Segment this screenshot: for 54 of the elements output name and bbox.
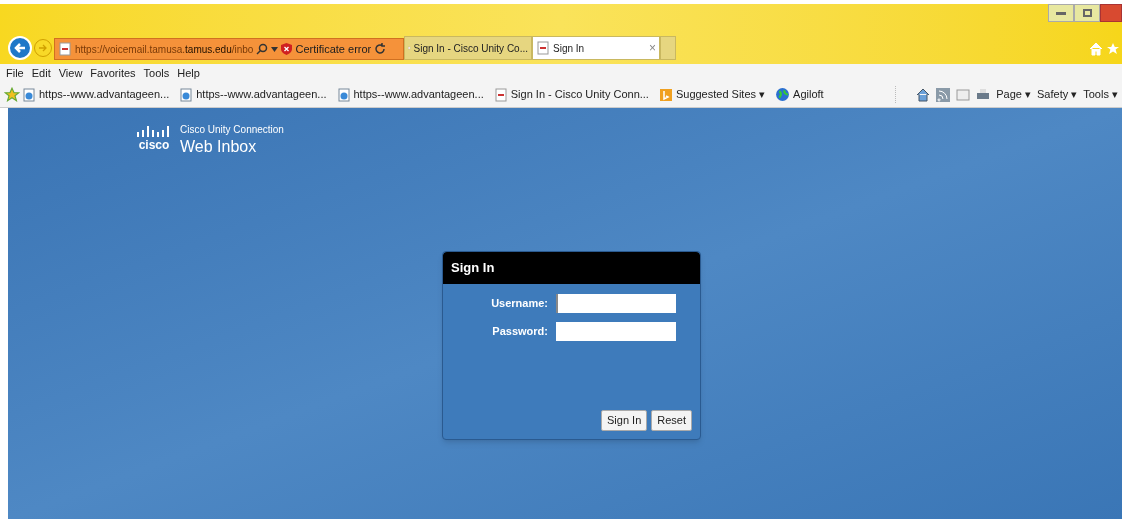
globe-icon: [775, 87, 791, 102]
input-field[interactable]: [556, 294, 676, 313]
cisco-logo: cisco: [136, 122, 172, 151]
page-title: Web Inbox: [180, 137, 258, 157]
search-icon[interactable]: [256, 43, 269, 55]
browser-page-icon: [22, 87, 36, 102]
menu-item[interactable]: Help: [177, 64, 200, 82]
certificate-error-label[interactable]: Certificate error: [295, 40, 372, 58]
browser-page-icon: [336, 87, 351, 102]
field-label: Password:: [492, 324, 548, 340]
shield-error-icon: [281, 43, 293, 55]
favorites-link[interactable]: Sign In - Cisco Unity Conn...: [493, 86, 649, 103]
right-arrow-icon: [38, 43, 48, 53]
back-button[interactable]: [8, 36, 32, 60]
caret-icon[interactable]: [271, 46, 279, 52]
command-button[interactable]: Page ▾: [996, 86, 1031, 103]
left-arrow-icon: [13, 41, 27, 55]
printer-icon[interactable]: [976, 87, 991, 102]
mail-icon[interactable]: [956, 88, 971, 101]
home-icon[interactable]: [916, 87, 931, 102]
favorites-star-icon[interactable]: [4, 86, 20, 103]
browser-tab[interactable]: Sign In - Cisco Unity Co...: [404, 36, 532, 60]
panel-title: Sign In: [451, 259, 495, 278]
minimize-button[interactable]: [1048, 4, 1074, 22]
tab-title: Sign In: [553, 41, 586, 56]
command-button[interactable]: Tools ▾: [1083, 86, 1118, 103]
menu-item[interactable]: Favorites: [90, 64, 136, 82]
favorites-link[interactable]: https--www.advantageen...: [336, 86, 484, 103]
close-tab-icon[interactable]: ×: [649, 39, 656, 57]
command-button[interactable]: Safety ▾: [1037, 86, 1078, 103]
star-icon[interactable]: [1106, 42, 1120, 56]
form-button[interactable]: Reset: [651, 410, 692, 431]
field-label: Username:: [491, 296, 548, 312]
menu-item[interactable]: View: [58, 64, 83, 82]
refresh-icon[interactable]: [374, 43, 387, 55]
input-field[interactable]: [556, 322, 676, 341]
browser-tab[interactable]: Sign In ×: [532, 36, 660, 60]
favorites-link[interactable]: https--www.advantageen...: [22, 86, 170, 103]
menu-item[interactable]: File: [6, 64, 24, 82]
b-logo-icon: [658, 87, 673, 102]
feed-icon[interactable]: [936, 87, 951, 102]
address-bar[interactable]: https://voicemail.tamusa.tamus.edu/inbo Certificate error: [54, 38, 404, 60]
form-button[interactable]: Sign In: [601, 410, 648, 431]
menu-item[interactable]: Edit: [31, 64, 51, 82]
favorites-link[interactable]: Agiloft: [775, 86, 824, 103]
tab-title: Sign In - Cisco Unity Co...: [413, 41, 528, 56]
favorites-link[interactable]: Suggested Sites ▾: [658, 86, 766, 103]
restore-button[interactable]: [1074, 4, 1100, 22]
product-name: Cisco Unity Connection: [180, 123, 284, 137]
browser-page-icon: [179, 87, 194, 102]
menu-item[interactable]: Tools: [143, 64, 170, 82]
favorites-link[interactable]: https--www.advantageen...: [179, 86, 327, 103]
bars-logo-icon: [136, 126, 172, 137]
url-text: https://voicemail.tamusa.tamus.edu/inbo: [75, 42, 254, 57]
